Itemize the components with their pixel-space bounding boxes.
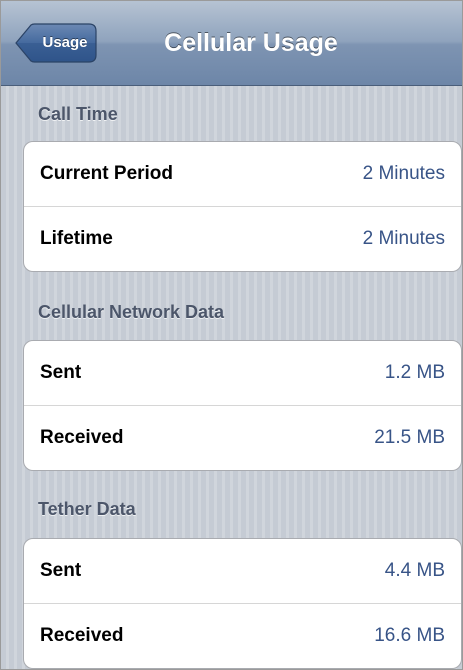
received-row: Received 16.6 MB bbox=[24, 603, 461, 668]
row-label: Current Period bbox=[40, 163, 174, 184]
received-row: Received 21.5 MB bbox=[24, 405, 461, 470]
row-value: 21.5 MB bbox=[374, 427, 445, 448]
row-label: Received bbox=[40, 427, 124, 448]
cellular-usage-screen: Usage Cellular Usage Call Time Current P… bbox=[0, 0, 463, 670]
back-button-label: Usage bbox=[42, 34, 88, 51]
row-value: 2 Minutes bbox=[362, 163, 445, 184]
section-header-call-time: Call Time bbox=[38, 104, 118, 124]
sent-row: Sent 1.2 MB bbox=[24, 341, 461, 405]
section-header-tether-data: Tether Data bbox=[38, 499, 136, 519]
row-value: 2 Minutes bbox=[362, 228, 445, 249]
section-header-cellular-network-data: Cellular Network Data bbox=[38, 302, 225, 322]
current-period-row: Current Period 2 Minutes bbox=[24, 142, 461, 206]
cellular-network-data-group: Sent 1.2 MB Received 21.5 MB bbox=[23, 340, 462, 471]
row-value: 4.4 MB bbox=[384, 560, 445, 581]
tether-data-group: Sent 4.4 MB Received 16.6 MB bbox=[23, 538, 462, 669]
row-value: 1.2 MB bbox=[384, 362, 445, 383]
row-value: 16.6 MB bbox=[374, 625, 445, 646]
navigation-bar: Usage Cellular Usage bbox=[1, 1, 462, 86]
row-label: Received bbox=[40, 625, 124, 646]
page-title: Cellular Usage bbox=[164, 29, 338, 57]
back-button-usage[interactable]: Usage bbox=[15, 23, 97, 63]
row-label: Lifetime bbox=[40, 228, 113, 249]
row-label: Sent bbox=[40, 560, 82, 581]
sent-row: Sent 4.4 MB bbox=[24, 539, 461, 603]
row-label: Sent bbox=[40, 362, 82, 383]
call-time-group: Current Period 2 Minutes Lifetime 2 Minu… bbox=[23, 141, 462, 272]
lifetime-row: Lifetime 2 Minutes bbox=[24, 206, 461, 271]
